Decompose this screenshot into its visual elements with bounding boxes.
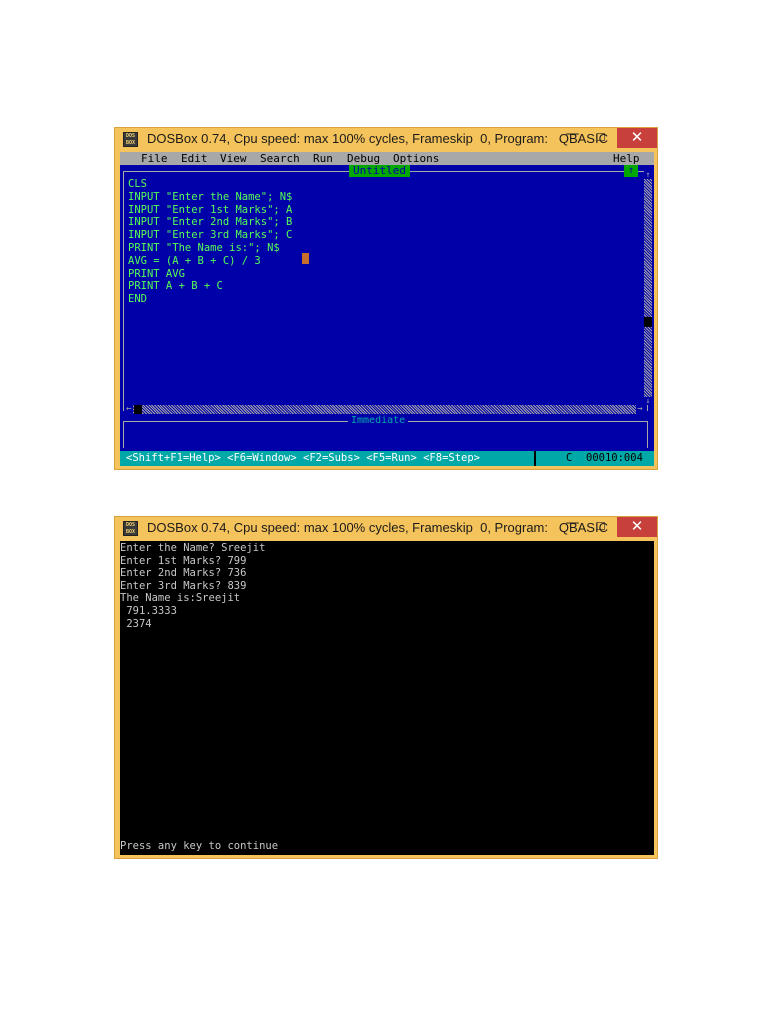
window-title: DOSBox 0.74, Cpu speed: max 100% cycles,… — [147, 520, 608, 535]
close-button[interactable]: ✕ — [617, 128, 657, 148]
status-mode: C — [566, 452, 573, 464]
status-shortcuts: <Shift+F1=Help> <F6=Window> <F2=Subs> <F… — [126, 452, 481, 464]
output-screen[interactable]: Enter the Name? Sreejit Enter 1st Marks?… — [120, 541, 654, 855]
text-cursor — [302, 253, 309, 264]
scroll-left-icon[interactable]: ← — [125, 405, 133, 414]
vertical-scroll-thumb[interactable] — [644, 317, 652, 327]
close-button[interactable]: ✕ — [617, 517, 657, 537]
minimize-button[interactable]: — — [559, 126, 586, 146]
title-bar[interactable]: DOS BOX DOSBox 0.74, Cpu speed: max 100%… — [115, 515, 657, 540]
cursor-position: 00010:004 — [586, 452, 643, 464]
dosbox-window-output[interactable]: DOS BOX DOSBox 0.74, Cpu speed: max 100%… — [114, 515, 658, 859]
title-bar[interactable]: DOS BOX DOSBox 0.74, Cpu speed: max 100%… — [115, 126, 657, 151]
immediate-window[interactable] — [123, 422, 648, 448]
horizontal-scrollbar[interactable] — [126, 405, 644, 414]
menu-help[interactable]: Help — [613, 152, 640, 165]
menu-view[interactable]: View — [220, 152, 247, 165]
code-editor[interactable]: CLS INPUT "Enter the Name"; N$ INPUT "En… — [128, 178, 292, 306]
menu-file[interactable]: File — [141, 152, 168, 165]
status-separator — [534, 451, 536, 466]
horizontal-scroll-thumb[interactable] — [134, 405, 142, 414]
maximize-button[interactable]: ☐ — [587, 128, 614, 148]
menu-edit[interactable]: Edit — [181, 152, 208, 165]
window-title: DOSBox 0.74, Cpu speed: max 100% cycles,… — [147, 131, 608, 146]
scroll-down-icon[interactable]: ↓ — [644, 397, 652, 405]
continue-prompt: Press any key to continue — [120, 840, 279, 852]
menu-run[interactable]: Run — [313, 152, 333, 165]
dosbox-window-editor[interactable]: DOS BOX DOSBox 0.74, Cpu speed: max 100%… — [114, 126, 658, 470]
restore-icon[interactable]: ↑ — [624, 165, 638, 177]
dosbox-icon: DOS BOX — [123, 521, 138, 536]
menu-search[interactable]: Search — [260, 152, 300, 165]
editor-title: Untitled — [349, 165, 410, 177]
scroll-right-icon[interactable]: → — [636, 405, 644, 414]
minimize-button[interactable]: — — [559, 515, 586, 535]
maximize-button[interactable]: ☐ — [587, 517, 614, 537]
status-bar: <Shift+F1=Help> <F6=Window> <F2=Subs> <F… — [120, 451, 654, 466]
scroll-up-icon[interactable]: ↑ — [644, 171, 652, 179]
qbasic-screen[interactable]: File Edit View Search Run Debug Options … — [120, 152, 654, 466]
program-output: Enter the Name? Sreejit Enter 1st Marks?… — [120, 542, 266, 630]
dosbox-icon: DOS BOX — [123, 132, 138, 147]
vertical-scrollbar[interactable] — [644, 179, 652, 403]
